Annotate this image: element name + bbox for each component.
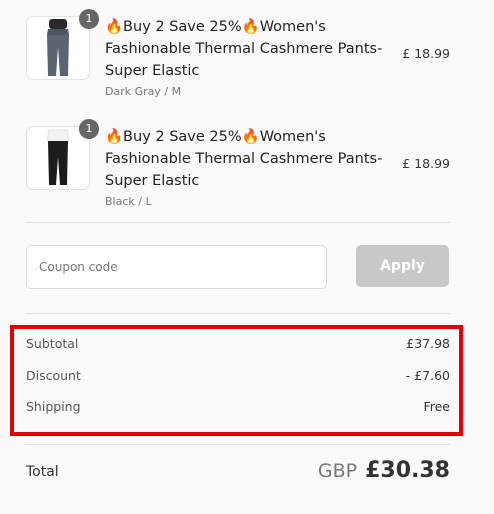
- product-price: £ 18.99: [402, 46, 450, 61]
- product-thumbnail: 1: [26, 119, 99, 190]
- product-variant: Black / L: [105, 195, 152, 208]
- divider: [26, 444, 450, 445]
- product-title: 🔥Buy 2 Save 25%🔥Women's Fashionable Ther…: [105, 129, 383, 189]
- divider: [26, 222, 450, 223]
- product-title: 🔥Buy 2 Save 25%🔥Women's Fashionable Ther…: [105, 19, 383, 79]
- product-price: £ 18.99: [402, 156, 450, 171]
- quantity-badge: 1: [79, 119, 99, 139]
- highlight-box: [10, 325, 463, 436]
- pants-image-icon: [47, 19, 69, 76]
- total-value: GBP £30.38: [318, 458, 450, 483]
- coupon-code-input[interactable]: [26, 245, 327, 289]
- total-currency: GBP: [317, 460, 358, 482]
- quantity-badge: 1: [79, 9, 99, 29]
- pants-image-icon: [46, 129, 70, 185]
- product-variant: Dark Gray / M: [105, 85, 182, 98]
- divider: [26, 313, 450, 314]
- total-label: Total: [26, 464, 59, 480]
- total-amount: £30.38: [365, 458, 450, 483]
- apply-coupon-button[interactable]: Apply: [356, 245, 449, 287]
- product-thumbnail: 1: [26, 9, 99, 80]
